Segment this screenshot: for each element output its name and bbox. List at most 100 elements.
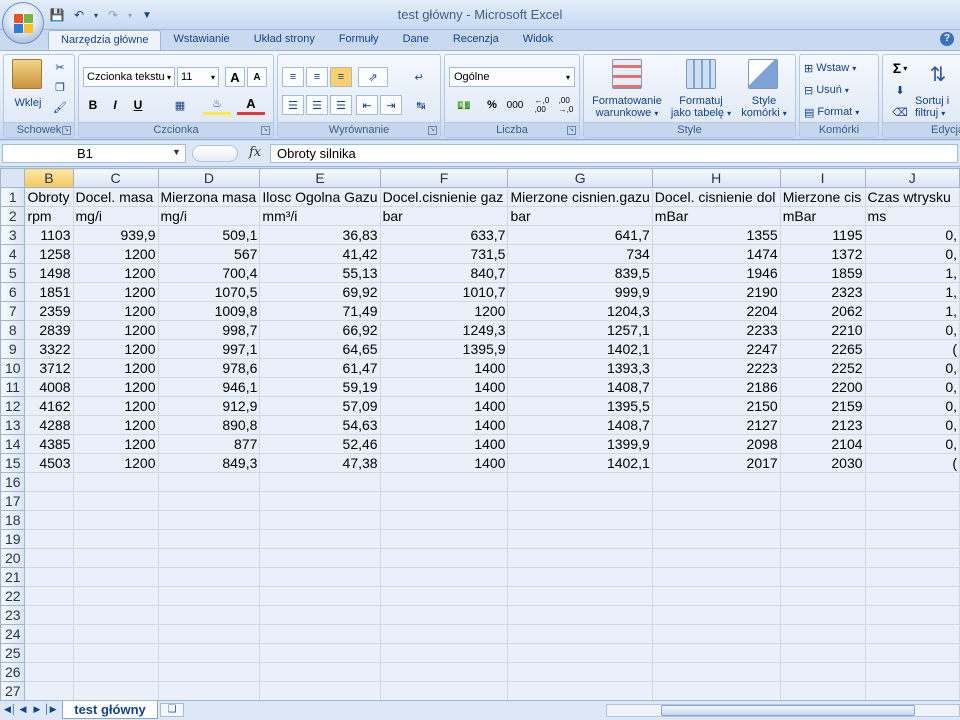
- row-header[interactable]: 2: [0, 206, 26, 226]
- cell[interactable]: [507, 491, 653, 511]
- cell[interactable]: 1399,9: [507, 434, 653, 454]
- cell[interactable]: 849,3: [157, 453, 261, 473]
- fill-icon[interactable]: ⬇: [887, 81, 913, 99]
- cell[interactable]: 1200: [72, 244, 159, 264]
- currency-icon[interactable]: 💵: [449, 95, 479, 115]
- cell[interactable]: bar: [507, 206, 653, 226]
- tab-view[interactable]: Widok: [511, 30, 566, 50]
- cell[interactable]: [379, 529, 509, 549]
- column-header-f[interactable]: F: [379, 168, 509, 188]
- cell[interactable]: 1400: [379, 453, 509, 473]
- row-header[interactable]: 5: [0, 263, 26, 283]
- cell[interactable]: [259, 662, 381, 682]
- cell[interactable]: 1400: [379, 377, 509, 397]
- cell[interactable]: [24, 472, 74, 492]
- sheet-tab-active[interactable]: test główny: [62, 701, 158, 719]
- cell[interactable]: [507, 624, 653, 644]
- cell[interactable]: [72, 491, 159, 511]
- cell[interactable]: [507, 643, 653, 663]
- cell[interactable]: 2123: [779, 415, 866, 435]
- increase-indent-icon[interactable]: ⇥: [380, 95, 402, 115]
- cell[interactable]: [259, 605, 381, 625]
- tab-insert[interactable]: Wstawianie: [161, 30, 241, 50]
- cell[interactable]: [72, 472, 159, 492]
- column-header-e[interactable]: E: [259, 168, 381, 188]
- cell[interactable]: [379, 510, 509, 530]
- cell[interactable]: [651, 586, 781, 606]
- cell[interactable]: 1200: [72, 396, 159, 416]
- cell[interactable]: 1200: [72, 263, 159, 283]
- cell[interactable]: [24, 491, 74, 511]
- cell-styles-icon[interactable]: [748, 59, 778, 89]
- insert-function-icon[interactable]: fx: [249, 145, 261, 160]
- cell[interactable]: [24, 662, 74, 682]
- paste-button[interactable]: Wklej: [8, 97, 48, 109]
- cell[interactable]: [259, 529, 381, 549]
- cell[interactable]: 1400: [379, 434, 509, 454]
- cell[interactable]: 641,7: [507, 225, 653, 245]
- row-header[interactable]: 6: [0, 282, 26, 302]
- cell[interactable]: 69,92: [259, 282, 381, 302]
- cell[interactable]: ms: [864, 206, 960, 226]
- cell[interactable]: 2030: [779, 453, 866, 473]
- cell[interactable]: 2186: [651, 377, 781, 397]
- row-header[interactable]: 3: [0, 225, 26, 245]
- cell[interactable]: 1070,5: [157, 282, 261, 302]
- thousands-separator-button[interactable]: 000: [503, 95, 527, 115]
- row-header[interactable]: 11: [0, 377, 26, 397]
- cell[interactable]: 0,: [864, 320, 960, 340]
- cell[interactable]: [24, 567, 74, 587]
- horizontal-scrollbar[interactable]: [606, 704, 960, 717]
- cell[interactable]: mBar: [779, 206, 866, 226]
- cell[interactable]: 2247: [651, 339, 781, 359]
- cell[interactable]: [24, 529, 74, 549]
- cell[interactable]: 567: [157, 244, 261, 264]
- cell[interactable]: [864, 662, 960, 682]
- cell[interactable]: 1200: [72, 453, 159, 473]
- row-header[interactable]: 14: [0, 434, 26, 454]
- percent-button[interactable]: %: [483, 95, 501, 115]
- sort-filter-button[interactable]: Sortuj i filtruj ▾: [915, 95, 960, 120]
- cell[interactable]: 1200: [72, 301, 159, 321]
- cell[interactable]: [651, 529, 781, 549]
- cell[interactable]: [24, 643, 74, 663]
- cell[interactable]: Docel. cisnienie dol: [651, 187, 781, 207]
- format-cells-button[interactable]: ▤ Format ▾: [804, 103, 876, 121]
- cell[interactable]: [779, 605, 866, 625]
- horizontal-scrollbar-thumb[interactable]: [661, 705, 915, 716]
- cell[interactable]: 1200: [72, 320, 159, 340]
- cell[interactable]: 998,7: [157, 320, 261, 340]
- cell[interactable]: [259, 567, 381, 587]
- italic-button[interactable]: I: [105, 95, 125, 115]
- align-right-icon[interactable]: ☰: [330, 95, 352, 115]
- row-header[interactable]: 21: [0, 567, 26, 587]
- cell[interactable]: 36,83: [259, 225, 381, 245]
- cell[interactable]: [864, 643, 960, 663]
- cell[interactable]: 1009,8: [157, 301, 261, 321]
- row-header[interactable]: 12: [0, 396, 26, 416]
- cell[interactable]: [379, 491, 509, 511]
- align-left-icon[interactable]: ☰: [282, 95, 304, 115]
- cell[interactable]: 1400: [379, 358, 509, 378]
- cell[interactable]: [157, 643, 261, 663]
- row-header[interactable]: 13: [0, 415, 26, 435]
- cell[interactable]: [72, 548, 159, 568]
- cell[interactable]: rpm: [24, 206, 74, 226]
- cell[interactable]: [864, 548, 960, 568]
- cell[interactable]: mg/i: [157, 206, 261, 226]
- cell[interactable]: 1946: [651, 263, 781, 283]
- cell[interactable]: [72, 643, 159, 663]
- autosum-button[interactable]: Σ ▾: [887, 59, 913, 77]
- cell[interactable]: Mierzone cis: [779, 187, 866, 207]
- cell[interactable]: 912,9: [157, 396, 261, 416]
- cell[interactable]: [779, 510, 866, 530]
- tab-formulas[interactable]: Formuły: [327, 30, 391, 50]
- align-middle-icon[interactable]: ≡: [306, 67, 328, 87]
- cell[interactable]: 2204: [651, 301, 781, 321]
- cell[interactable]: [72, 662, 159, 682]
- cell[interactable]: Docel.cisnienie gaz: [379, 187, 509, 207]
- cell[interactable]: mm³/i: [259, 206, 381, 226]
- row-header[interactable]: 7: [0, 301, 26, 321]
- cell[interactable]: 700,4: [157, 263, 261, 283]
- tab-page-layout[interactable]: Układ strony: [242, 30, 327, 50]
